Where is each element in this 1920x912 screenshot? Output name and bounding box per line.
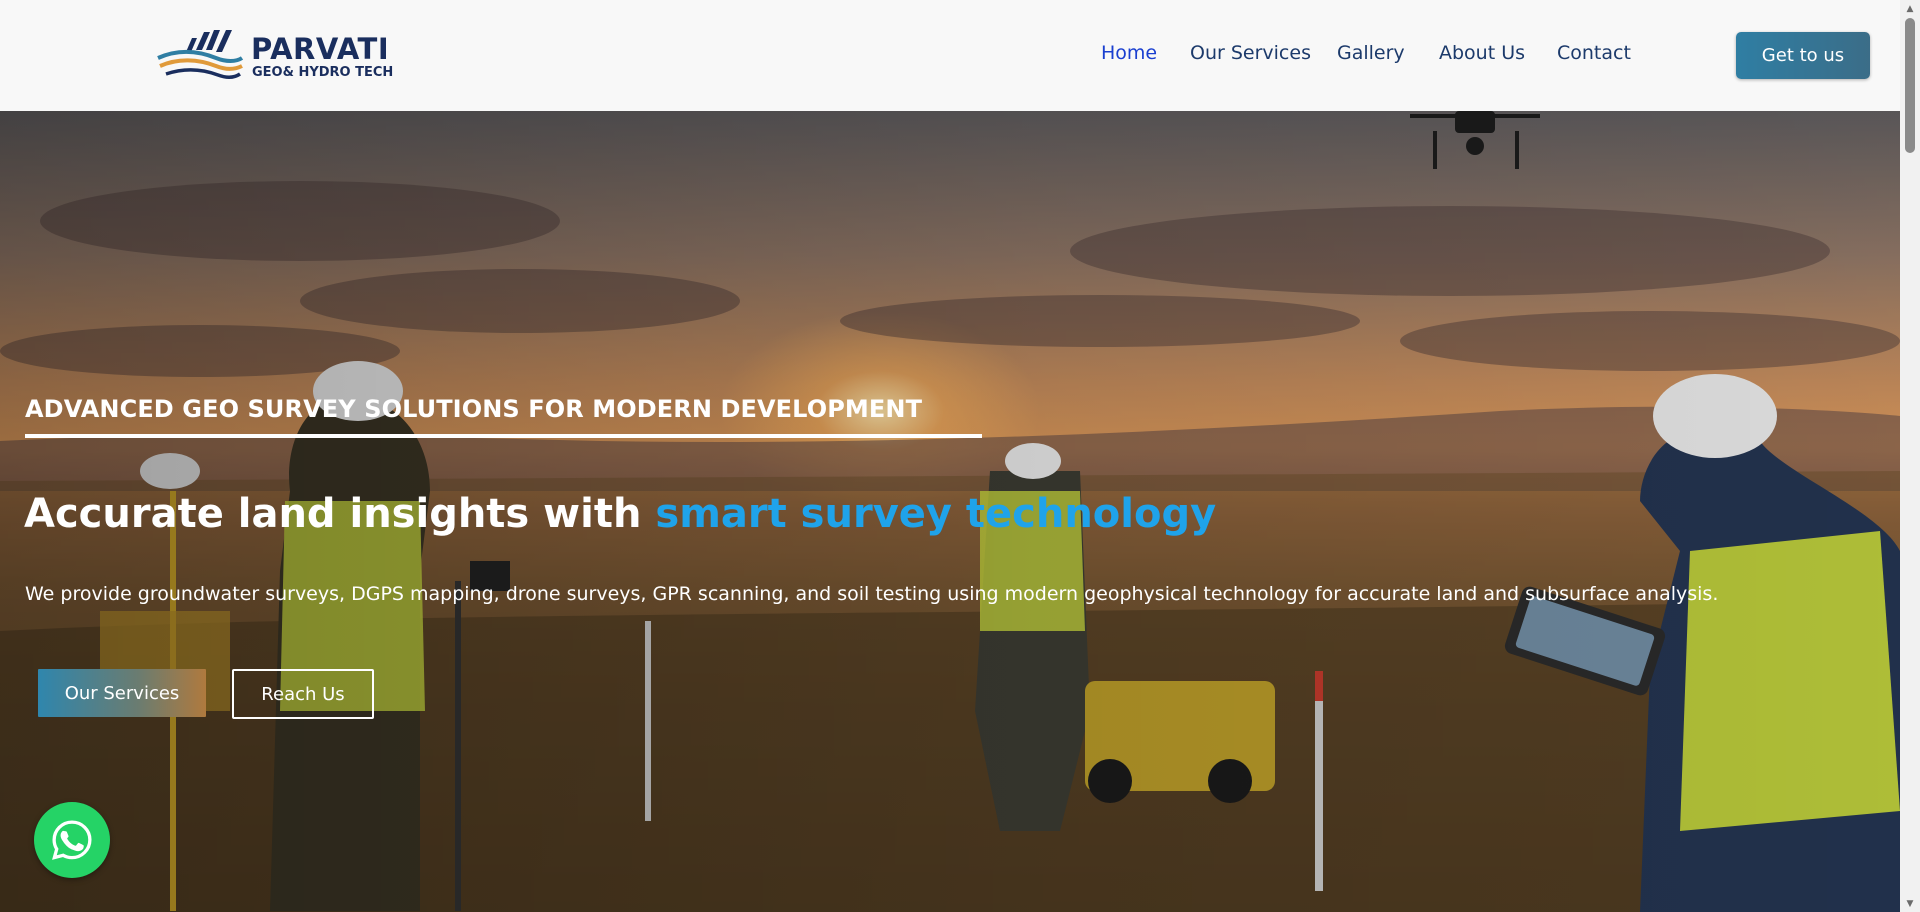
logo-mark-icon	[157, 30, 244, 79]
our-services-button[interactable]: Our Services	[38, 669, 206, 717]
get-to-us-button[interactable]: Get to us	[1736, 32, 1870, 79]
nav-link-our-services[interactable]: Our Services	[1190, 42, 1311, 64]
nav-link-about-us[interactable]: About Us	[1439, 42, 1525, 64]
nav-link-contact[interactable]: Contact	[1557, 42, 1631, 64]
scrollbar-thumb[interactable]	[1905, 18, 1915, 153]
page-scrollbar[interactable]: ▲ ▼	[1900, 0, 1920, 912]
hero-tagline: ADVANCED GEO SURVEY SOLUTIONS FOR MODERN…	[25, 395, 923, 423]
hero-section: ADVANCED GEO SURVEY SOLUTIONS FOR MODERN…	[0, 111, 1900, 912]
whatsapp-icon	[52, 820, 92, 860]
brand-name: PARVATI	[251, 32, 390, 66]
whatsapp-button[interactable]	[34, 802, 110, 878]
headline-main: Accurate land insights with	[24, 491, 642, 537]
nav-link-gallery[interactable]: Gallery	[1337, 42, 1405, 64]
arrow-up-icon[interactable]: ▲	[1900, 0, 1920, 17]
nav-link-home[interactable]: Home	[1101, 42, 1157, 64]
hero-description: We provide groundwater surveys, DGPS map…	[25, 583, 1719, 605]
hero-headline: Accurate land insights with smart survey …	[24, 491, 1216, 537]
site-header: PARVATI GEO& HYDRO TECH Home Our Service…	[0, 0, 1900, 111]
brand-subtitle: GEO& HYDRO TECH	[252, 65, 394, 80]
tagline-underline	[25, 434, 982, 438]
site-logo[interactable]: PARVATI GEO& HYDRO TECH	[156, 28, 396, 84]
headline-accent: smart survey technology	[655, 491, 1217, 537]
arrow-down-icon[interactable]: ▼	[1900, 895, 1920, 912]
reach-us-button[interactable]: Reach Us	[232, 669, 374, 719]
